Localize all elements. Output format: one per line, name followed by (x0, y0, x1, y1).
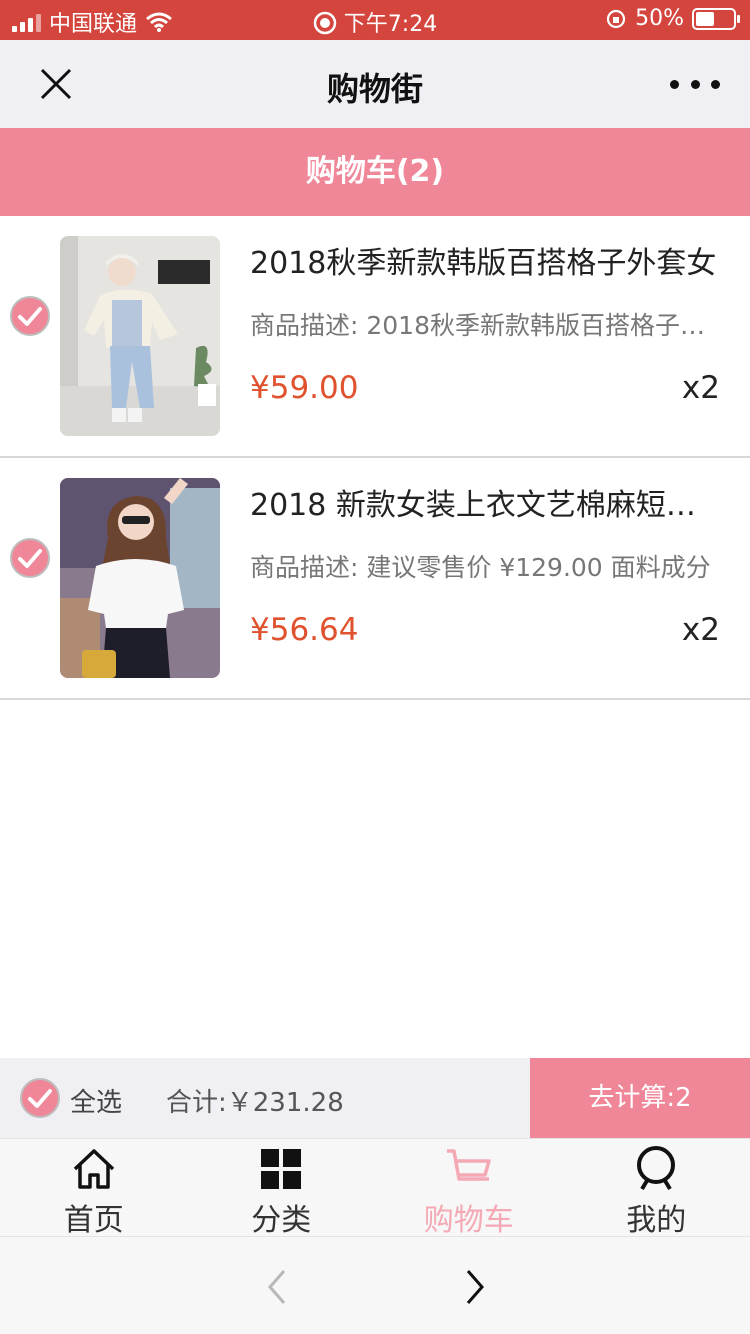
tab-label: 首页 (63, 1203, 124, 1238)
home-icon (73, 1149, 114, 1189)
orientation-lock-icon (313, 11, 337, 35)
item-check-icon[interactable] (10, 296, 50, 336)
product-image[interactable] (60, 478, 220, 678)
tab-cart[interactable]: 购物车 (375, 1139, 563, 1238)
product-price: ¥59.00 (250, 370, 359, 406)
tab-home[interactable]: 首页 (0, 1139, 188, 1238)
more-icon[interactable] (670, 70, 720, 98)
product-name[interactable]: 2018秋季新款韩版百搭格子外套女 (250, 238, 720, 282)
tab-label: 我的 (626, 1203, 687, 1238)
battery-fill (696, 11, 714, 26)
user-icon (637, 1146, 676, 1191)
total-amount: 合计:￥231.28 (166, 1088, 344, 1118)
cart-summary-bar: 全选 合计:￥231.28 去计算:2 (0, 1058, 750, 1138)
select-all-check-icon[interactable] (20, 1078, 60, 1118)
status-right: 50% (605, 6, 740, 31)
select-all-label[interactable]: 全选 (70, 1082, 122, 1119)
tab-label: 购物车 (423, 1203, 514, 1238)
tab-label: 分类 (251, 1203, 312, 1238)
cart-icon (446, 1149, 491, 1181)
back-icon[interactable] (262, 1267, 292, 1307)
product-quantity: x2 (681, 612, 720, 648)
product-description: 商品描述: 建议零售价 ¥129.00 面料成分 (250, 553, 711, 582)
tab-me[interactable]: 我的 (563, 1139, 750, 1238)
rotation-lock-icon (606, 9, 626, 28)
cart-header: 购物车(2) (0, 128, 750, 216)
checkout-button[interactable]: 去计算:2 (530, 1058, 750, 1138)
product-description: 商品描述: 2018秋季新款韩版百搭格子外套女 (250, 311, 720, 340)
navbar: 购物街 (0, 40, 750, 128)
battery-icon (692, 7, 740, 30)
battery-percent: 50% (635, 6, 684, 31)
browser-toolbar (0, 1236, 750, 1334)
tab-category[interactable]: 分类 (188, 1139, 376, 1238)
status-time: 下午7:24 (343, 12, 438, 37)
status-bar: 中国联通 下午7:24 50% (0, 0, 750, 40)
grid-icon (261, 1149, 302, 1189)
cart-item[interactable]: 2018秋季新款韩版百搭格子外套女 商品描述: 2018秋季新款韩版百搭格子外套… (0, 216, 750, 458)
cart-item[interactable]: 2018 新款女装上衣文艺棉麻短袖T恤 商品描述: 建议零售价 ¥129.00 … (0, 458, 750, 700)
page-title: 购物街 (326, 70, 423, 108)
forward-icon[interactable] (460, 1267, 490, 1307)
product-name[interactable]: 2018 新款女装上衣文艺棉麻短袖T恤 (250, 480, 720, 524)
product-quantity: x2 (681, 370, 720, 406)
product-image[interactable] (60, 236, 220, 436)
item-check-icon[interactable] (10, 538, 50, 578)
tab-bar: 首页 分类 购物车 我的 (0, 1138, 750, 1238)
product-price: ¥56.64 (250, 612, 359, 648)
